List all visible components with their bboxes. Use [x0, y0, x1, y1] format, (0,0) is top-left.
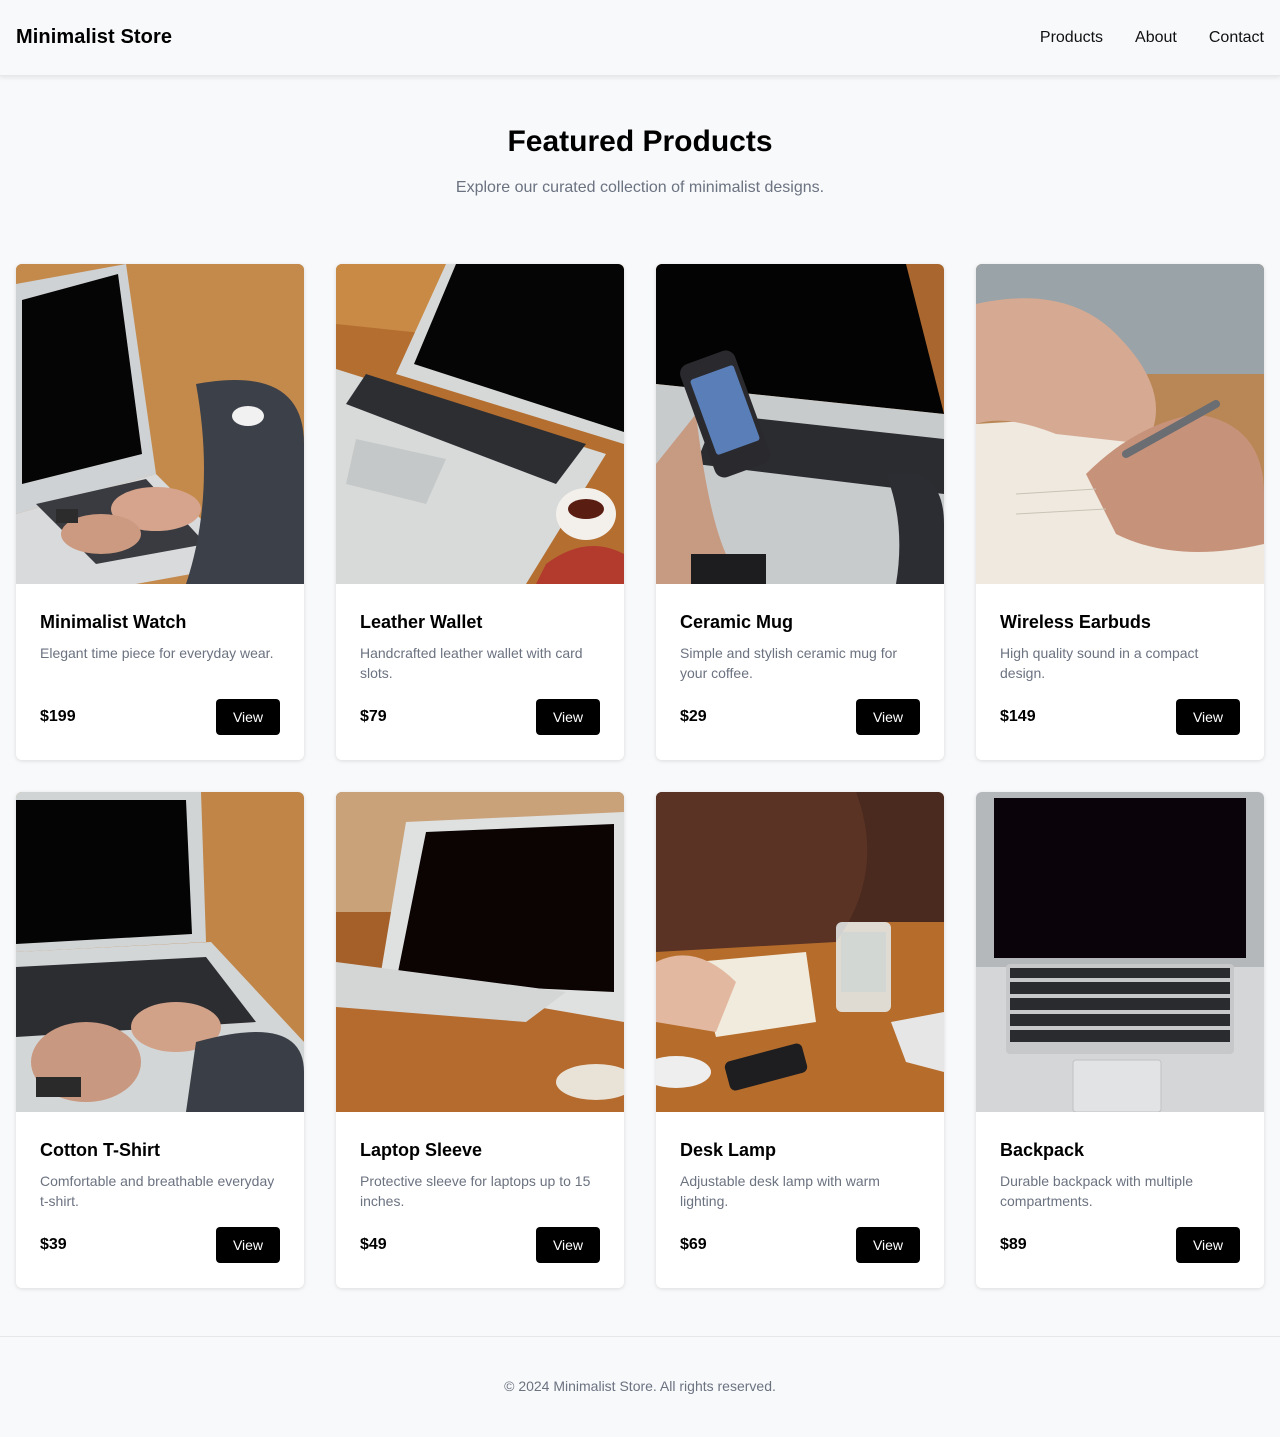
product-image[interactable] — [16, 264, 304, 584]
product-description: Handcrafted leather wallet with card slo… — [360, 645, 583, 681]
product-card: Backpack Durable backpack with multiple … — [976, 792, 1264, 1288]
product-image[interactable] — [336, 792, 624, 1112]
product-image[interactable] — [656, 264, 944, 584]
view-button[interactable]: View — [856, 699, 920, 735]
hero-section: Featured Products Explore our curated co… — [0, 76, 1280, 198]
nav-link-contact[interactable]: Contact — [1209, 29, 1264, 47]
product-price: $29 — [680, 708, 707, 725]
product-card: Desk Lamp Adjustable desk lamp with warm… — [656, 792, 944, 1288]
view-button[interactable]: View — [856, 1227, 920, 1263]
nav-link-products[interactable]: Products — [1040, 29, 1103, 47]
product-description: Elegant time piece for everyday wear. — [40, 645, 274, 661]
product-image[interactable] — [976, 264, 1264, 584]
product-description: High quality sound in a compact design. — [1000, 645, 1199, 681]
main-nav: Products About Contact — [1040, 29, 1264, 47]
product-price: $79 — [360, 708, 387, 725]
page-title: Featured Products — [507, 125, 773, 158]
product-card: Minimalist Watch Elegant time piece for … — [16, 264, 304, 760]
product-price: $149 — [1000, 708, 1036, 725]
product-image[interactable] — [976, 792, 1264, 1112]
site-header: Minimalist Store Products About Contact — [0, 0, 1280, 76]
product-name: Leather Wallet — [360, 612, 483, 632]
product-description: Simple and stylish ceramic mug for your … — [680, 645, 898, 681]
product-price: $39 — [40, 1236, 67, 1253]
product-description: Adjustable desk lamp with warm lighting. — [680, 1173, 880, 1209]
product-description: Protective sleeve for laptops up to 15 i… — [360, 1173, 591, 1209]
product-name: Wireless Earbuds — [1000, 612, 1151, 632]
product-name: Ceramic Mug — [680, 612, 794, 632]
view-button[interactable]: View — [1176, 1227, 1240, 1263]
product-card: Laptop Sleeve Protective sleeve for lapt… — [336, 792, 624, 1288]
product-image[interactable] — [16, 792, 304, 1112]
product-description: Comfortable and breathable everyday t-sh… — [40, 1173, 275, 1209]
product-description: Durable backpack with multiple compartme… — [1000, 1173, 1193, 1209]
product-card: Wireless Earbuds High quality sound in a… — [976, 264, 1264, 760]
product-name: Desk Lamp — [680, 1140, 777, 1160]
product-price: $89 — [1000, 1236, 1027, 1253]
view-button[interactable]: View — [216, 1227, 280, 1263]
product-name: Laptop Sleeve — [360, 1140, 483, 1160]
product-image[interactable] — [336, 264, 624, 584]
product-name: Cotton T-Shirt — [40, 1140, 160, 1160]
product-price: $199 — [40, 708, 76, 725]
product-image[interactable] — [656, 792, 944, 1112]
product-card: Leather Wallet Handcrafted leather walle… — [336, 264, 624, 760]
page-subtitle: Explore our curated collection of minima… — [455, 179, 825, 196]
site-footer: © 2024 Minimalist Store. All rights rese… — [0, 1336, 1280, 1437]
copyright-text: © 2024 Minimalist Store. All rights rese… — [504, 1378, 776, 1394]
view-button[interactable]: View — [1176, 699, 1240, 735]
view-button[interactable]: View — [536, 1227, 600, 1263]
product-name: Minimalist Watch — [40, 612, 187, 632]
view-button[interactable]: View — [536, 699, 600, 735]
brand-logo[interactable]: Minimalist Store — [16, 26, 172, 49]
product-grid: Minimalist Watch Elegant time piece for … — [0, 264, 1280, 1288]
product-card: Ceramic Mug Simple and stylish ceramic m… — [656, 264, 944, 760]
product-price: $49 — [360, 1236, 387, 1253]
view-button[interactable]: View — [216, 699, 280, 735]
product-card: Cotton T-Shirt Comfortable and breathabl… — [16, 792, 304, 1288]
product-name: Backpack — [1000, 1140, 1085, 1160]
product-price: $69 — [680, 1236, 707, 1253]
nav-link-about[interactable]: About — [1135, 29, 1177, 47]
